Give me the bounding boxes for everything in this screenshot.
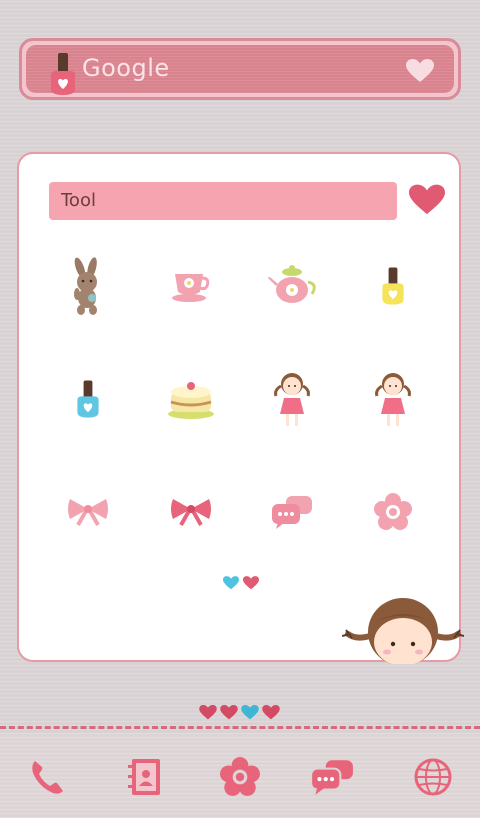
phone-icon[interactable] [17,747,77,807]
nail-polish-icon [46,51,80,101]
search-label: Google [82,54,170,82]
heart-icon[interactable] [406,59,434,87]
heart-pink-icon [220,705,238,724]
teapot-icon[interactable] [262,256,322,316]
contacts-icon[interactable] [115,747,175,807]
heart-pink-icon [199,705,217,724]
dock [0,733,480,818]
bunny-plush-icon[interactable] [58,256,118,316]
flower-icon[interactable] [210,747,270,807]
home-page-indicator [199,705,280,724]
girl-doll-icon[interactable] [262,369,322,429]
search-bar-inner: Google [26,45,454,95]
messages-icon[interactable] [302,747,362,807]
heart-blue-icon [241,705,259,724]
globe-icon[interactable] [403,747,463,807]
girl-doll-icon[interactable] [363,369,423,429]
heart-icon[interactable] [409,184,445,220]
pink-bow-icon[interactable] [161,482,221,542]
yellow-nail-polish-icon[interactable] [363,256,423,316]
folder-page-indicator [223,575,259,594]
folder-title-bar[interactable]: Tool [49,182,397,220]
light-pink-bow-icon[interactable] [58,482,118,542]
heart-blue-icon [223,575,239,594]
speech-bubbles-icon[interactable] [262,482,322,542]
google-search-bar[interactable]: Google [19,38,461,100]
girl-peeking-illustration [341,594,465,668]
heart-pink-icon [262,705,280,724]
cake-icon[interactable] [161,369,221,429]
dock-divider [0,726,480,729]
folder-title: Tool [61,190,96,211]
heart-pink-icon [243,575,259,594]
folder-panel: Tool [17,152,465,666]
teacup-icon[interactable] [161,256,221,316]
blue-nail-polish-icon[interactable] [58,369,118,429]
flower-icon[interactable] [363,482,423,542]
